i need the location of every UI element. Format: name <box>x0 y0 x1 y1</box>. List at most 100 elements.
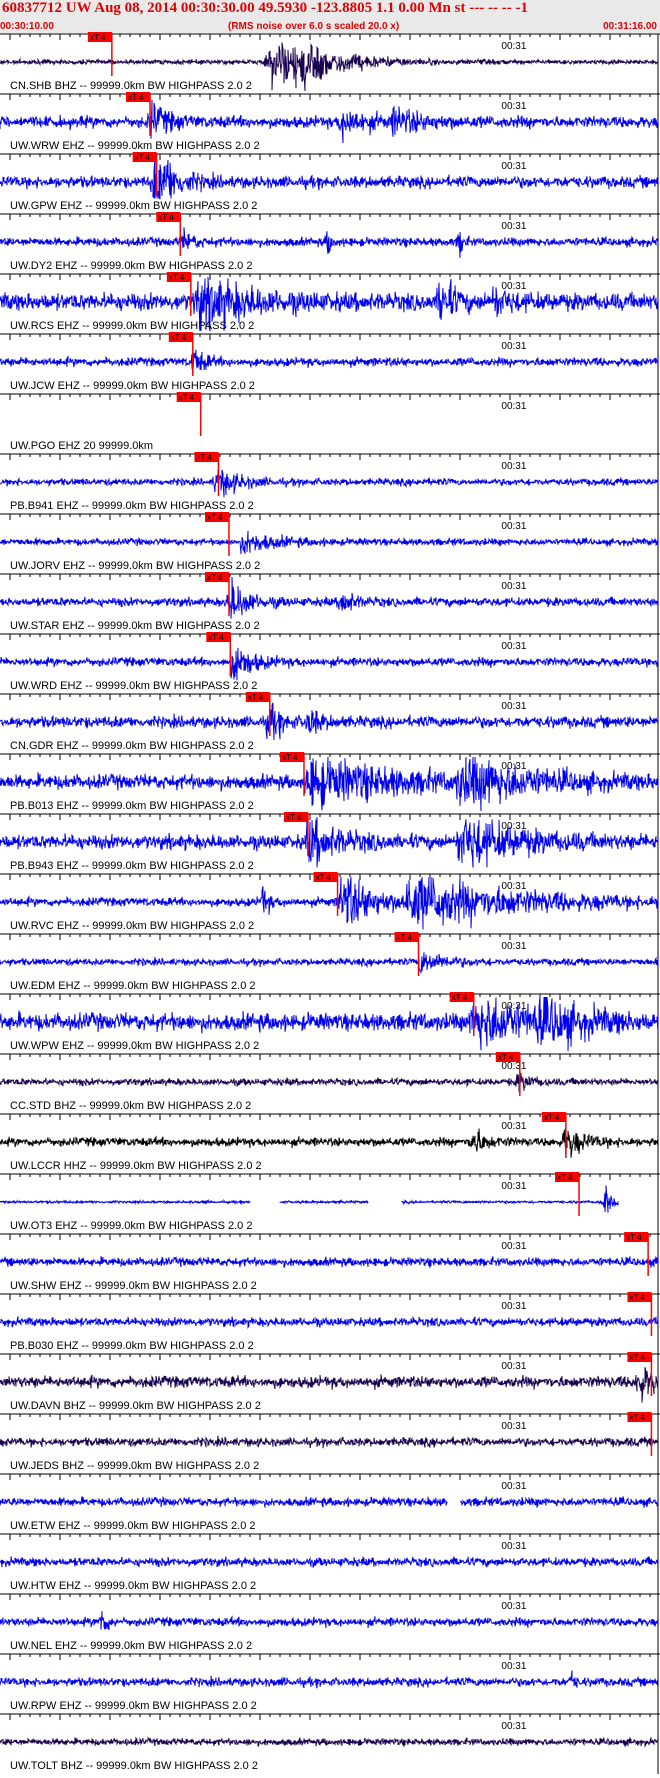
trace-row: 00:31 UW.PGO EHZ 20 99999.0km xT 4 <box>0 392 660 454</box>
minute-tick-label: 00:31 <box>501 281 526 292</box>
minute-tick-label: 00:31 <box>501 401 526 412</box>
trace-row: 00:31 UW.NEL EHZ -- 99999.0km BW HIGHPASS… <box>0 1593 660 1654</box>
minute-tick-label: 00:31 <box>501 1481 526 1492</box>
trace-row: 00:31 UW.WRD EHZ -- 99999.0km BW HIGHPASS… <box>0 632 660 694</box>
trace-row: 00:31 UW.OT3 EHZ -- 99999.0km BW HIGHPASS… <box>0 1172 660 1234</box>
minute-tick-label: 00:31 <box>501 41 526 52</box>
trace-row: 00:31 CN.GDR EHZ -- 99999.0km BW HIGHPASS… <box>0 692 660 754</box>
waveform-trace <box>0 227 659 258</box>
waveform-trace <box>0 1495 659 1509</box>
pick-marker: xT 4 <box>495 1052 521 1096</box>
pick-marker: xT 4 <box>204 512 230 556</box>
station-label: UW.EDM EHZ -- 99999.0km BW HIGHPASS 2.0 … <box>10 980 256 992</box>
trace-row: 00:31 UW.LCCR HHZ -- 99999.0km BW HIGHPAS… <box>0 1112 660 1174</box>
minute-tick-label: 00:31 <box>501 761 526 772</box>
waveform-trace <box>0 576 659 619</box>
pick-label: xT 4 <box>179 393 195 402</box>
pick-marker: xT 4 <box>168 332 194 376</box>
station-label: UW.NEL EHZ -- 99999.0km BW HIGHPASS 2.0 … <box>10 1640 252 1652</box>
station-label: UW.GPW EHZ -- 99999.0km BW HIGHPASS 2.0 … <box>10 200 257 212</box>
station-label: UW.ETW EHZ -- 99999.0km BW HIGHPASS 2.0 … <box>10 1520 256 1532</box>
minute-tick-label: 00:31 <box>501 101 526 112</box>
trace-row: 00:31 UW.RCS EHZ -- 99999.0km BW HIGHPASS… <box>0 272 660 334</box>
pick-label: xT 4 <box>158 213 174 222</box>
waveform-trace <box>0 1367 659 1403</box>
pick-marker: xT 4 <box>555 1172 580 1216</box>
waveform-trace <box>0 1073 659 1092</box>
trace-row: 00:31 CN.SHB BHZ -- 99999.0km BW HIGHPASS… <box>0 32 660 94</box>
station-label: CN.SHB BHZ -- 99999.0km BW HIGHPASS 2.0 … <box>10 80 252 92</box>
pick-label: xT 4 <box>207 573 223 582</box>
trace-row: 00:31PB.B943 EHZ -- 99999.0km BW HIGHPAS… <box>0 812 660 874</box>
minute-tick-label: 00:31 <box>501 521 526 532</box>
pick-label: xT 4 <box>135 153 151 162</box>
station-label: UW.SHW EHZ -- 99999.0km BW HIGHPASS 2.0 … <box>10 1280 257 1292</box>
pick-marker: xT 4 <box>176 392 202 436</box>
trace-row: 00:31UW.WPW EHZ -- 99999.0km BW HIGHPASS… <box>0 992 660 1054</box>
pick-label: xT 4 <box>629 1353 645 1362</box>
pick-label: xT 4 <box>90 33 106 42</box>
minute-tick-label: 00:31 <box>501 941 526 952</box>
waveform-trace <box>0 702 659 741</box>
pick-marker: xT 4 <box>627 1412 653 1456</box>
pick-marker: xT 4 <box>627 1292 653 1336</box>
pick-marker: xT 4 <box>87 32 113 76</box>
pick-label: xT 4 <box>208 633 224 642</box>
trace-row: 00:31 UW.JORV EHZ -- 99999.0km BW HIGHPAS… <box>0 512 660 574</box>
minute-tick-label: 00:31 <box>501 221 526 232</box>
pick-label: xT 4 <box>207 513 223 522</box>
station-label: UW.JEDS BHZ -- 99999.0km BW HIGHPASS 2.0… <box>10 1460 259 1472</box>
station-label: UW.RVC EHZ -- 99999.0km BW HIGHPASS 2.0 … <box>10 920 254 932</box>
pick-label: xT 4 <box>316 873 332 882</box>
pick-label: xT 4 <box>169 273 185 282</box>
station-label: PB.B030 EHZ -- 99999.0km BW HIGHPASS 2.0… <box>10 1340 254 1352</box>
trace-row: 00:31 UW.DY2 EHZ -- 99999.0km BW HIGHPASS… <box>0 212 660 274</box>
station-label: UW.HTW EHZ -- 99999.0km BW HIGHPASS 2.0 … <box>10 1580 256 1592</box>
waveform-trace <box>0 1255 659 1269</box>
pick-label: xT 4 <box>248 693 264 702</box>
waveform-trace <box>0 99 659 144</box>
station-label: PB.B013 EHZ -- 99999.0km BW HIGHPASS 2.0… <box>10 800 254 812</box>
trace-row: 00:31 UW.SHW EHZ -- 99999.0km BW HIGHPASS… <box>0 1232 660 1294</box>
station-label: UW.WPW EHZ -- 99999.0km BW HIGHPASS 2.0 … <box>10 1040 259 1052</box>
station-label: PB.B943 EHZ -- 99999.0km BW HIGHPASS 2.0… <box>10 860 254 872</box>
pick-marker: xT 4 <box>313 872 339 916</box>
pick-marker: xT 4 <box>394 932 420 976</box>
trace-row: 00:31 UW.WRW EHZ -- 99999.0km BW HIGHPASS… <box>0 92 660 154</box>
minute-tick-label: 00:31 <box>501 881 526 892</box>
station-label: UW.RCS EHZ -- 99999.0km BW HIGHPASS 2.0 … <box>10 320 254 332</box>
waveform-trace <box>0 1127 659 1159</box>
minute-tick-label: 00:31 <box>501 1121 526 1132</box>
pick-label: xT 4 <box>196 453 212 462</box>
trace-row: 00:31 UW.TOLT BHZ -- 99999.0km BW HIGHPAS… <box>0 1713 660 1774</box>
pick-label: xT 4 <box>396 933 412 942</box>
station-label: UW.RPW EHZ -- 99999.0km BW HIGHPASS 2.0 … <box>10 1700 257 1712</box>
pick-label: xT 4 <box>557 1173 573 1182</box>
waveform-trace <box>0 530 659 555</box>
waveform-trace <box>0 1435 659 1449</box>
minute-tick-label: 00:31 <box>501 1301 526 1312</box>
station-label: UW.DY2 EHZ -- 99999.0km BW HIGHPASS 2.0 … <box>10 260 252 272</box>
minute-tick-label: 00:31 <box>501 581 526 592</box>
waveform-trace <box>0 156 659 200</box>
minute-tick-label: 00:31 <box>501 1241 526 1252</box>
trace-row: 00:31 UW.EDM EHZ -- 99999.0km BW HIGHPASS… <box>0 932 660 994</box>
waveform-trace <box>0 349 659 373</box>
minute-tick-label: 00:31 <box>501 1361 526 1372</box>
trace-row: 00:31 UW.RVC EHZ -- 99999.0km BW HIGHPASS… <box>0 872 660 934</box>
waveform-trace <box>0 1315 659 1330</box>
waveform-trace <box>0 1670 659 1689</box>
pick-label: xT 4 <box>286 813 302 822</box>
trace-row: 00:31 UW.HTW EHZ -- 99999.0km BW HIGHPASS… <box>0 1533 660 1594</box>
pick-label: xT 4 <box>629 1293 645 1302</box>
pick-label: xT 4 <box>128 93 144 102</box>
pick-marker: xT 4 <box>279 752 305 796</box>
station-label: UW.OT3 EHZ -- 99999.0km BW HIGHPASS 2.0 … <box>10 1220 252 1232</box>
pick-label: xT 4 <box>452 993 468 1002</box>
pick-label: xT 4 <box>544 1113 560 1122</box>
minute-tick-label: 00:31 <box>501 341 526 352</box>
pick-marker: xT 4 <box>283 812 309 856</box>
trace-row: 00:31 PB.B030 EHZ -- 99999.0km BW HIGHPAS… <box>0 1292 660 1354</box>
waveform-trace <box>0 1611 659 1630</box>
minute-tick-label: 00:31 <box>501 1721 526 1732</box>
